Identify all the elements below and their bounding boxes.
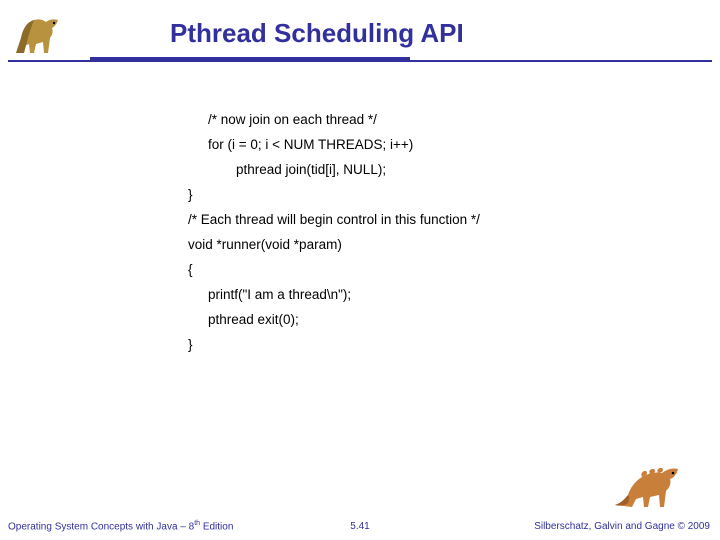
dinosaur-left-icon [6,8,76,63]
slide-title: Pthread Scheduling API [170,18,464,49]
code-line: pthread exit(0); [188,308,480,333]
code-line: void *runner(void *param) [188,233,480,258]
code-line: for (i = 0; i < NUM THREADS; i++) [188,133,480,158]
code-line: { [188,258,480,283]
footer-left-text-a: Operating System Concepts with Java – 8 [8,521,194,532]
slide-number: 5.41 [350,521,369,532]
code-line: } [188,333,480,358]
code-block: /* now join on each thread */ for (i = 0… [188,108,480,358]
footer-left: Operating System Concepts with Java – 8t… [8,520,233,532]
title-underline [8,60,712,62]
code-line: pthread join(tid[i], NULL); [188,158,480,183]
footer-right: Silberschatz, Galvin and Gagne © 2009 [534,521,710,532]
code-line: /* now join on each thread */ [188,108,480,133]
footer-left-text-b: Edition [200,521,233,532]
code-line: /* Each thread will begin control in thi… [188,208,480,233]
dinosaur-right-icon [610,455,690,520]
code-line: } [188,183,480,208]
code-line: printf("I am a thread\n"); [188,283,480,308]
